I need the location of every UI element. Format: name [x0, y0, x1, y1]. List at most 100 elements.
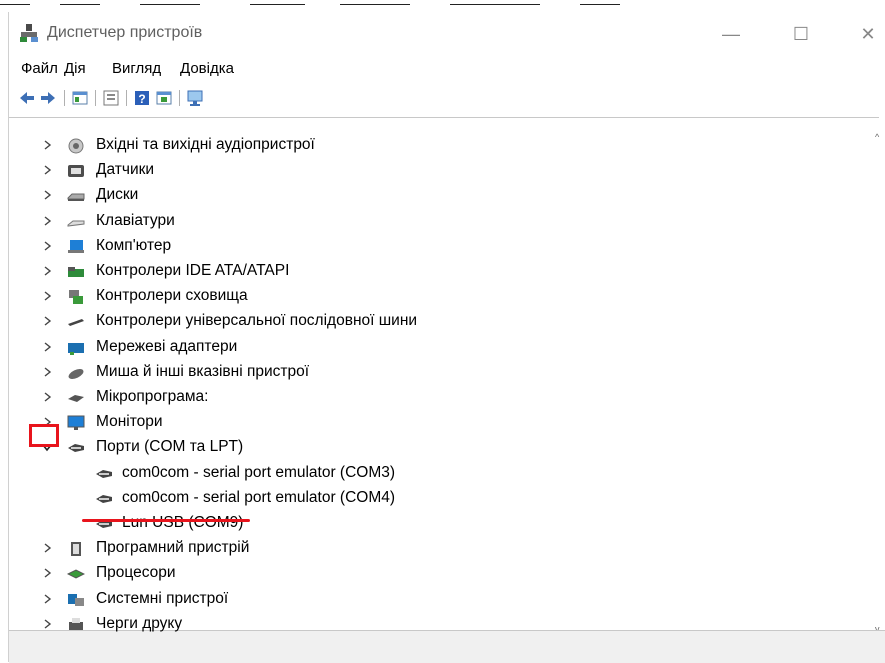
- tree-item-label: Контролери універсальної послідовної шин…: [96, 312, 418, 329]
- port-icon: [96, 520, 112, 528]
- menu-action[interactable]: Дія: [64, 60, 86, 77]
- tree-item-label: Вхідні та вихідні аудіопристрої: [96, 136, 315, 153]
- port-icon: [68, 444, 84, 452]
- toolbar: ?: [9, 86, 885, 110]
- tree-category[interactable]: Порти (COM та LPT): [9, 435, 869, 460]
- scan-icon[interactable]: [186, 89, 206, 107]
- menu-view[interactable]: Вигляд: [112, 60, 161, 77]
- chevron-right-icon[interactable]: [41, 542, 53, 554]
- firmware-icon: [68, 395, 84, 402]
- tree-category[interactable]: Системні пристрої: [9, 587, 869, 612]
- chevron-right-icon[interactable]: [41, 265, 53, 277]
- tree-item-label: Клавіатури: [96, 212, 175, 229]
- title-bar: Диспетчер пристроїв — ☐ ✕: [9, 12, 885, 56]
- toolbar-separator: [64, 90, 65, 106]
- tree-category[interactable]: Клавіатури: [9, 209, 869, 234]
- tree-item-label: Черги друку: [96, 615, 183, 632]
- network-adapter-icon: [68, 343, 84, 355]
- update-driver-icon[interactable]: [102, 89, 120, 107]
- mouse-icon: [68, 369, 84, 379]
- tree-category[interactable]: Процесори: [9, 561, 869, 586]
- device-item[interactable]: Lun USB (COM9): [9, 511, 869, 536]
- toolbar-separator: [179, 90, 180, 106]
- show-hidden-icon[interactable]: [155, 89, 173, 107]
- keyboard-icon: [67, 220, 85, 227]
- tree-item-label: Монітори: [96, 413, 163, 430]
- menu-help[interactable]: Довідка: [180, 60, 234, 77]
- tree-category[interactable]: Контролери IDE ATA/ATAPI: [9, 259, 869, 284]
- system-device-icon: [68, 594, 84, 606]
- properties-icon[interactable]: [71, 89, 89, 107]
- storage-controller-icon: [69, 290, 83, 304]
- monitor-icon: [67, 415, 85, 430]
- device-item[interactable]: com0com - serial port emulator (COM3): [9, 461, 869, 486]
- tree-item-label: Диски: [96, 186, 139, 203]
- chevron-right-icon[interactable]: [41, 315, 53, 327]
- chevron-right-icon[interactable]: [41, 391, 53, 403]
- disk-icon: [67, 193, 85, 201]
- maximize-button[interactable]: ☐: [787, 20, 815, 48]
- chevron-right-icon[interactable]: [41, 618, 53, 630]
- tree-item-label: Миша й інші вказівні пристрої: [96, 363, 310, 380]
- chevron-right-icon[interactable]: [41, 593, 53, 605]
- tree-item-label: Програмний пристрій: [96, 539, 250, 556]
- device-manager-app-icon: [20, 24, 38, 42]
- chevron-right-icon[interactable]: [41, 366, 53, 378]
- tree-item-label: Контролери IDE ATA/ATAPI: [96, 262, 290, 279]
- chevron-right-icon[interactable]: [41, 139, 53, 151]
- chevron-right-icon[interactable]: [41, 215, 53, 227]
- menu-file[interactable]: Файл: [21, 60, 58, 77]
- tree-item-label: Процесори: [96, 564, 176, 581]
- device-item[interactable]: com0com - serial port emulator (COM4): [9, 486, 869, 511]
- tree-item-label: Lun USB (COM9): [122, 514, 244, 531]
- software-device-icon: [71, 542, 81, 556]
- highlight-box-annotation: [29, 424, 59, 447]
- tree-item-label: com0com - serial port emulator (COM3): [122, 464, 396, 481]
- chevron-right-icon[interactable]: [41, 189, 53, 201]
- toolbar-separator: [95, 90, 96, 106]
- chevron-right-icon[interactable]: [41, 567, 53, 579]
- tree-item-label: Контролери сховища: [96, 287, 248, 304]
- help-icon[interactable]: ?: [133, 89, 151, 107]
- forward-icon[interactable]: [39, 89, 57, 107]
- tree-category[interactable]: Монітори: [9, 410, 869, 435]
- tree-item-label: Мережеві адаптери: [96, 338, 238, 355]
- tree-category[interactable]: Контролери універсальної послідовної шин…: [9, 309, 869, 334]
- tree-category[interactable]: Датчики: [9, 158, 869, 183]
- tree-category[interactable]: Вхідні та вихідні аудіопристрої: [9, 133, 869, 158]
- tree-category[interactable]: Програмний пристрій: [9, 536, 869, 561]
- tree-item-label: Датчики: [96, 161, 155, 178]
- tree-category[interactable]: Мікропрограма:: [9, 385, 869, 410]
- tree-category[interactable]: Комп'ютер: [9, 234, 869, 259]
- ide-controller-icon: [68, 267, 84, 277]
- chevron-right-icon[interactable]: [41, 341, 53, 353]
- tree-category[interactable]: Диски: [9, 183, 869, 208]
- back-icon[interactable]: [18, 89, 36, 107]
- tree-category[interactable]: Черги друку: [9, 612, 869, 637]
- usb-icon: [68, 319, 84, 326]
- minimize-button[interactable]: —: [717, 20, 745, 48]
- cropped-previous-window: [0, 0, 885, 12]
- window-title: Диспетчер пристроїв: [47, 24, 203, 41]
- tree-category[interactable]: Миша й інші вказівні пристрої: [9, 360, 869, 385]
- chevron-right-icon[interactable]: [41, 164, 53, 176]
- underline-annotation: [82, 519, 250, 522]
- tree-item-label: com0com - serial port emulator (COM4): [122, 489, 396, 506]
- menu-bar: Файл Дія Вигляд Довідка: [9, 58, 885, 80]
- device-manager-window: Диспетчер пристроїв — ☐ ✕ Файл Дія Вигля…: [8, 12, 885, 663]
- toolbar-separator: [126, 90, 127, 106]
- scroll-up-arrow[interactable]: ^: [875, 132, 879, 142]
- tree-item-label: Системні пристрої: [96, 590, 229, 607]
- audio-icon: [68, 138, 84, 154]
- tree-category[interactable]: Контролери сховища: [9, 284, 869, 309]
- svg-text:?: ?: [138, 92, 145, 106]
- port-icon: [96, 495, 112, 503]
- printer-icon: [69, 618, 83, 630]
- chevron-right-icon[interactable]: [41, 290, 53, 302]
- close-button[interactable]: ✕: [854, 20, 882, 48]
- port-icon: [96, 470, 112, 478]
- tree-category[interactable]: Мережеві адаптери: [9, 335, 869, 360]
- processor-icon: [67, 569, 85, 579]
- tree-item-label: Мікропрограма:: [96, 388, 209, 405]
- chevron-right-icon[interactable]: [41, 240, 53, 252]
